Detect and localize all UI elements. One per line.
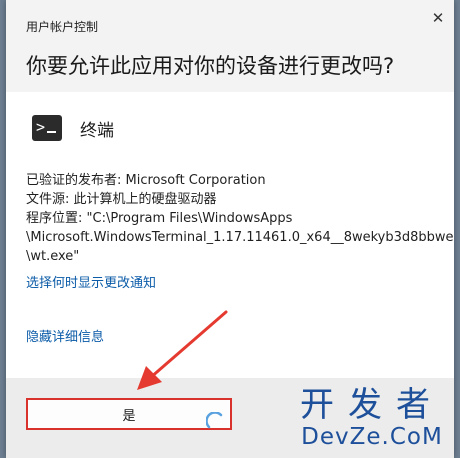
site-watermark: 开发者 DevZe.CoM xyxy=(288,388,456,449)
watermark-en: DevZe.CoM xyxy=(301,424,443,450)
watermark-cn: 开发者 xyxy=(300,385,444,425)
